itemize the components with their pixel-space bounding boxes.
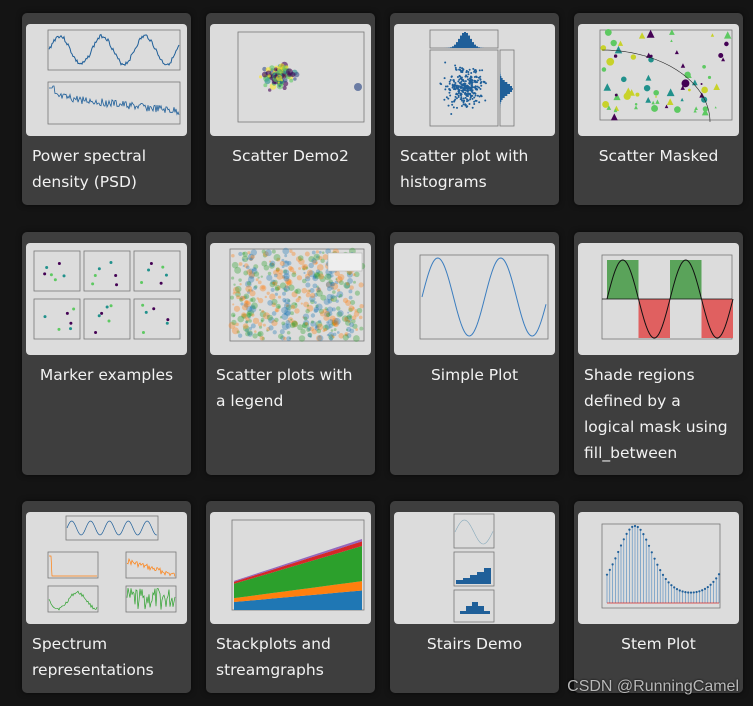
card-title[interactable]: Scatter Masked: [599, 143, 719, 169]
card-title[interactable]: Spectrum representations: [32, 631, 181, 683]
thumbnail-image[interactable]: [578, 512, 739, 624]
simple-sine-thumbnail: [419, 254, 549, 340]
gallery-card-psd-plot[interactable]: Power spectral density (PSD): [22, 13, 191, 205]
card-title[interactable]: Marker examples: [40, 362, 173, 388]
psd-plot-thumbnail: [47, 29, 181, 125]
card-title[interactable]: Power spectral density (PSD): [32, 143, 181, 195]
card-title[interactable]: Scatter Demo2: [232, 143, 349, 169]
gallery-card-scatter-demo2[interactable]: Scatter Demo2: [206, 13, 375, 205]
card-title[interactable]: Stackplots and streamgraphs: [216, 631, 365, 683]
stem-thumbnail: [601, 523, 721, 609]
gallery-card-fill-between[interactable]: Shade regions defined by a logical mask …: [574, 232, 743, 475]
thumbnail-image[interactable]: [394, 512, 555, 624]
fill-between-thumbnail: [601, 254, 734, 340]
thumbnail-image[interactable]: [210, 24, 371, 136]
thumbnail-image[interactable]: [394, 24, 555, 136]
scatter-hist-thumbnail: [429, 29, 515, 127]
spectrum-thumbnail: [47, 515, 177, 613]
thumbnail-image[interactable]: [578, 243, 739, 355]
gallery-card-simple-sine[interactable]: Simple Plot: [390, 232, 559, 475]
thumbnail-image[interactable]: [26, 512, 187, 624]
thumbnail-image[interactable]: [26, 243, 187, 355]
thumbnail-image[interactable]: [210, 243, 371, 355]
gallery-card-stairs[interactable]: Stairs Demo: [390, 501, 559, 693]
scatter-masked-thumbnail: [599, 28, 733, 123]
stairs-thumbnail: [453, 513, 495, 623]
gallery-card-scatter-legend[interactable]: Scatter plots with a legend: [206, 232, 375, 475]
scatter-demo2-thumbnail: [237, 31, 365, 123]
gallery-card-stackplot[interactable]: Stackplots and streamgraphs: [206, 501, 375, 693]
card-title[interactable]: Stem Plot: [621, 631, 696, 657]
gallery-card-scatter-masked[interactable]: Scatter Masked: [574, 13, 743, 205]
card-title[interactable]: Scatter plots with a legend: [216, 362, 365, 414]
gallery-card-marker-grid[interactable]: Marker examples: [22, 232, 191, 475]
card-title[interactable]: Scatter plot with histograms: [400, 143, 549, 195]
stackplot-thumbnail: [231, 519, 365, 611]
marker-grid-thumbnail: [33, 250, 181, 340]
watermark: CSDN @RunningCamel: [567, 678, 739, 695]
card-title[interactable]: Simple Plot: [431, 362, 518, 388]
thumbnail-image[interactable]: [578, 24, 739, 136]
thumbnail-image[interactable]: [26, 24, 187, 136]
thumbnail-image[interactable]: [394, 243, 555, 355]
gallery-card-scatter-hist[interactable]: Scatter plot with histograms: [390, 13, 559, 205]
card-title[interactable]: Shade regions defined by a logical mask …: [584, 362, 733, 466]
scatter-legend-thumbnail: [228, 247, 366, 342]
gallery-card-spectrum[interactable]: Spectrum representations: [22, 501, 191, 693]
gallery-card-stem[interactable]: Stem Plot: [574, 501, 743, 693]
thumbnail-image[interactable]: [210, 512, 371, 624]
card-title[interactable]: Stairs Demo: [427, 631, 522, 657]
